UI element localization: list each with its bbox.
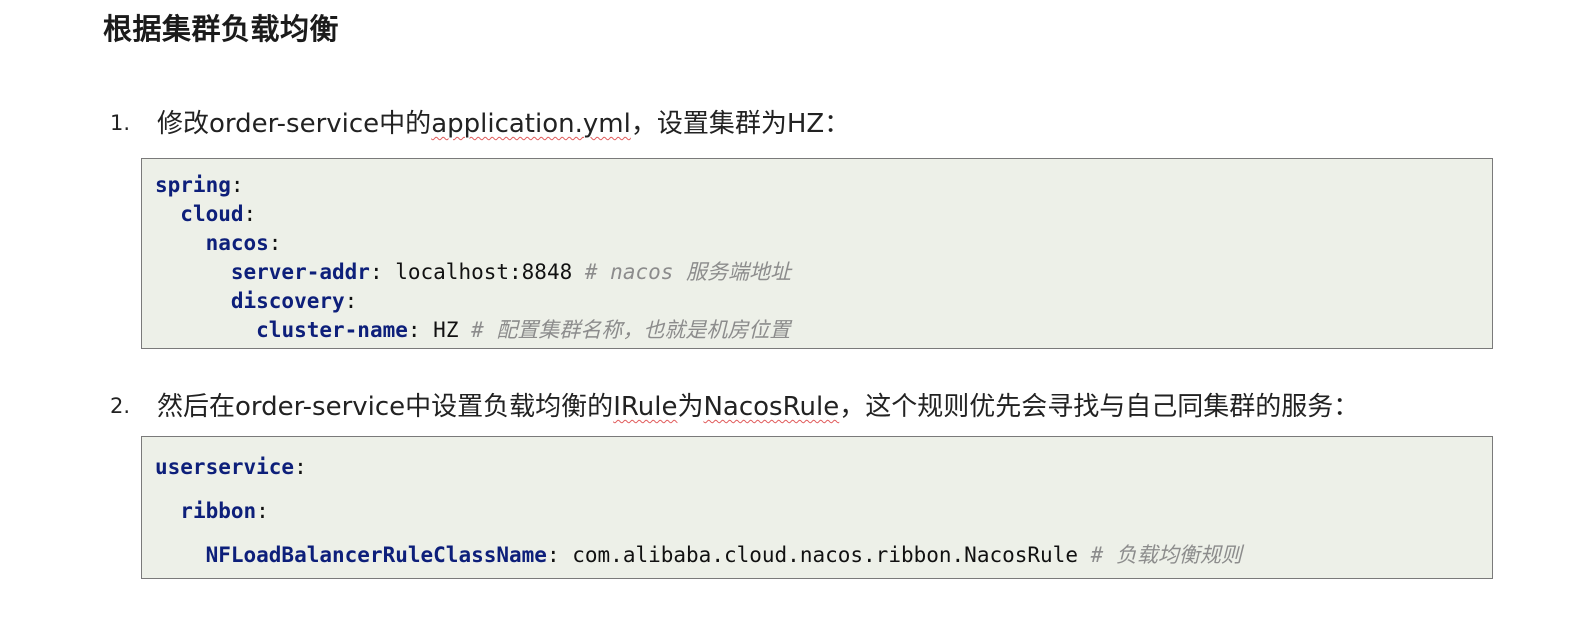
yaml-key: userservice	[155, 455, 295, 479]
yaml-key: server-addr	[230, 260, 370, 284]
filename-text: application.yml	[431, 109, 631, 139]
yaml-key: NFLoadBalancerRuleClassName	[205, 543, 547, 567]
yaml-key: spring	[155, 173, 231, 197]
yaml-value: HZ	[433, 318, 472, 342]
code-line: spring:	[155, 173, 244, 197]
step-1: 1. 修改order-service中的application.yml，设置集群为…	[110, 103, 850, 140]
code-line: cluster-name: HZ # 配置集群名称，也就是机房位置	[256, 318, 791, 342]
code-block-yaml-1[interactable]: spring: cloud: nacos: server-addr: local…	[141, 158, 1493, 349]
code-line: server-addr: localhost:8848 # nacos 服务端地…	[230, 260, 792, 284]
yaml-comment: # 配置集群名称，也就是机房位置	[471, 318, 791, 342]
class-name-text: NacosRule	[703, 392, 840, 422]
yaml-comment: # nacos 服务端地址	[584, 260, 792, 284]
step-2: 2. 然后在order-service中设置负载均衡的IRule为NacosRul…	[110, 386, 1359, 423]
step-text: ，这个规则优先会寻找与自己同集群的服务：	[839, 392, 1360, 422]
code-line: nacos:	[205, 231, 282, 255]
step-text: 修改order-service中的	[157, 109, 432, 139]
step-number: 1.	[110, 111, 131, 135]
class-name-text: IRule	[613, 392, 678, 422]
code-line: NFLoadBalancerRuleClassName: com.alibaba…	[205, 543, 1242, 567]
yaml-value: localhost:8848	[395, 260, 585, 284]
code-block-yaml-2[interactable]: userservice: ribbon: NFLoadBalancerRuleC…	[141, 436, 1493, 579]
yaml-key: nacos	[205, 231, 269, 255]
yaml-comment: # 负载均衡规则	[1090, 543, 1242, 567]
code-line: userservice:	[155, 455, 307, 479]
step-text: 然后在order-service中设置负载均衡的	[157, 392, 614, 422]
yaml-key: ribbon	[180, 499, 257, 523]
step-text: 为	[677, 392, 704, 422]
code-line: cloud:	[180, 202, 257, 226]
section-title: 根据集群负载均衡	[103, 12, 340, 46]
yaml-key: discovery	[230, 289, 345, 313]
step-text: ，设置集群为HZ：	[630, 109, 851, 139]
code-line: discovery:	[230, 289, 358, 313]
yaml-key: cluster-name	[256, 318, 408, 342]
step-number: 2.	[110, 394, 131, 418]
yaml-value: com.alibaba.cloud.nacos.ribbon.NacosRule	[572, 543, 1091, 567]
code-line: ribbon:	[180, 499, 269, 523]
yaml-key: cloud	[180, 202, 244, 226]
